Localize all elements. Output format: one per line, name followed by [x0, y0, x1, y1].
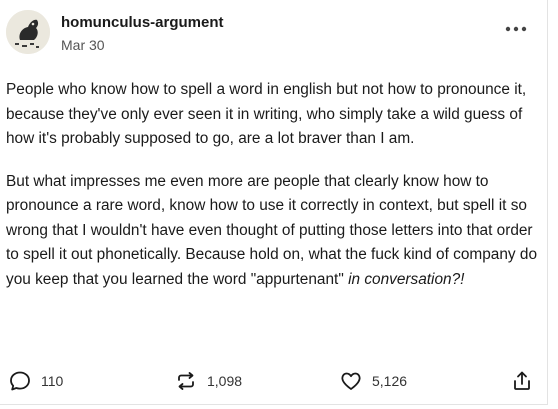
avatar-image: [6, 10, 50, 54]
share-icon: [514, 371, 530, 390]
avatar[interactable]: [6, 10, 50, 54]
likes-count: 5,126: [372, 373, 408, 389]
like-button[interactable]: 5,126: [339, 368, 407, 394]
post-body: People who know how to spell a word in e…: [6, 78, 538, 310]
post-card: homunculus-argument Mar 30 People who kn…: [0, 0, 548, 405]
reblogs-count: 1,098: [207, 373, 243, 389]
post-footer: 110 1,098 5,126: [6, 368, 536, 394]
post-date[interactable]: Mar 30: [61, 37, 105, 53]
replies-count: 110: [41, 373, 64, 389]
post-paragraph-1: People who know how to spell a word in e…: [6, 81, 527, 147]
reblog-arrows-icon: [178, 372, 194, 390]
post-paragraph-2-italic: in conversation?!: [348, 270, 465, 288]
heart-icon: [341, 372, 361, 390]
post-author[interactable]: homunculus-argument: [61, 14, 224, 31]
speech-bubble-icon: [10, 371, 30, 391]
replies-button[interactable]: 110: [8, 368, 63, 394]
post-paragraph-2: But what impresses me even more are peop…: [6, 170, 538, 293]
share-button[interactable]: [510, 368, 534, 394]
post-header: homunculus-argument Mar 30: [6, 10, 546, 58]
ellipsis-icon[interactable]: [504, 24, 528, 34]
reblog-button[interactable]: 1,098: [174, 368, 242, 394]
